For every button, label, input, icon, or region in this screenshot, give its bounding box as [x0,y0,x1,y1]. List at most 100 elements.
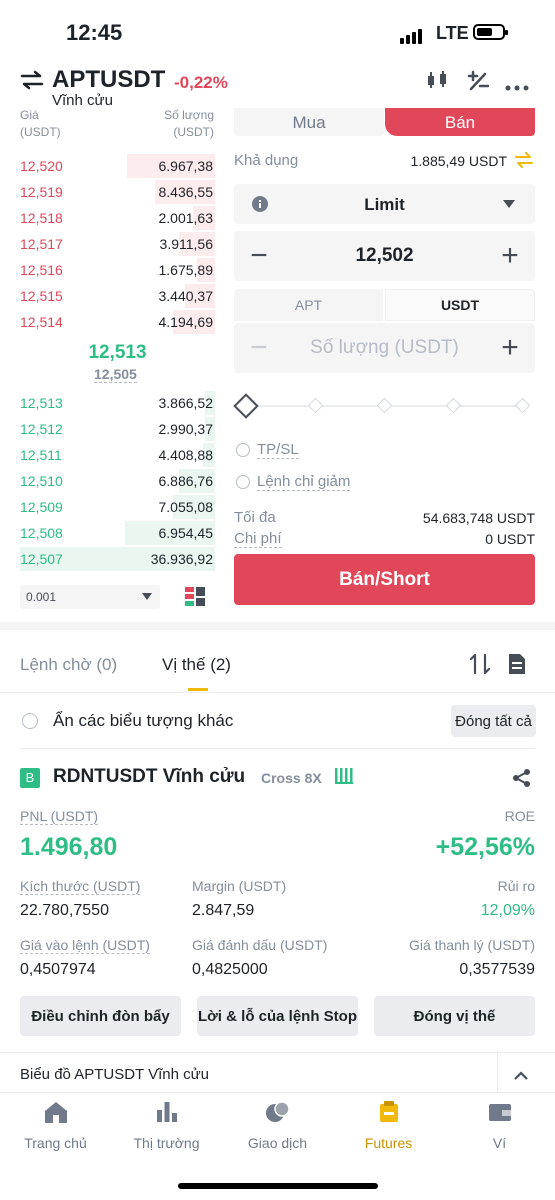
margin-value: 2.847,59 [192,902,255,919]
hide-symbols-checkbox[interactable] [22,713,38,729]
ask-row[interactable]: 12,514 4.194,69 [20,309,215,335]
unit-tab-usdt[interactable]: USDT [385,289,535,321]
position-symbol[interactable]: RDNTUSDT Vĩnh cửu [53,766,245,788]
wallet-icon [488,1104,511,1121]
share-icon[interactable] [512,768,532,793]
swap-icon[interactable] [20,70,44,95]
cost-value: 0 USDT [485,531,535,547]
ask-row[interactable]: 12,515 3.440,37 [20,283,215,309]
bid-row[interactable]: 12,507 36.936,92 [20,546,215,572]
tab-open-orders[interactable]: Lệnh chờ (0) [20,655,117,675]
markets-icon [156,1102,177,1122]
battery-icon [473,24,508,40]
bid-row[interactable]: 12,509 7.055,08 [20,494,215,520]
nav-futures[interactable]: Futures [333,1100,444,1151]
bid-row[interactable]: 12,512 2.990,37 [20,416,215,442]
roe-value: +52,56% [435,833,535,861]
candlestick-icon[interactable] [426,70,450,95]
chart-toggle-label[interactable]: Biểu đồ APTUSDT Vĩnh cửu [20,1066,209,1083]
margin-label: Margin (USDT) [192,878,287,894]
transfer-icon[interactable] [515,152,533,173]
sell-short-button[interactable]: Bán/Short [234,554,535,605]
available-label: Khả dụng [234,152,299,169]
ask-row[interactable]: 12,517 3.911,56 [20,231,215,257]
strength-icon [335,768,355,789]
nav-home[interactable]: Trang chủ [0,1100,111,1151]
pnl-value: 1.496,80 [20,833,118,861]
risk-value: 12,09% [480,902,535,919]
ask-row[interactable]: 12,519 8.436,55 [20,179,215,205]
entry-price-value: 0,4507974 [20,961,96,978]
price-change: -0,22% [174,73,228,92]
sort-icon[interactable] [469,653,491,680]
home-indicator [178,1183,378,1189]
pnl-label[interactable]: PNL (USDT) [20,808,99,825]
chevron-up-icon[interactable] [514,1067,528,1085]
reduce-only-label[interactable]: Lệnh chỉ giảm [257,473,351,491]
page-title[interactable]: APTUSDT [52,66,165,94]
orderbook-price-header: Giá [20,108,39,122]
unit-tab-apt[interactable]: APT [234,289,383,321]
ask-row[interactable]: 12,520 6.967,38 [20,153,215,179]
precision-select[interactable]: 0.001 [20,585,160,609]
nav-markets[interactable]: Thị trường [111,1100,222,1151]
orderbook-layout-icon[interactable] [185,587,205,612]
contract-type: Vĩnh cửu [52,92,113,109]
hide-symbols-label[interactable]: Ẩn các biểu tượng khác [53,711,233,731]
calculator-icon[interactable] [467,70,490,97]
entry-price-label[interactable]: Giá vào lệnh (USDT) [20,937,150,954]
liq-price-value: 0,3577539 [459,961,535,978]
amount-slider[interactable] [233,393,534,419]
plus-icon[interactable]: + [485,323,535,373]
last-price[interactable]: 12,513 [20,342,215,364]
adjust-leverage-button[interactable]: Điều chỉnh đòn bẩy [20,996,181,1036]
order-type-select[interactable]: Limit [234,184,535,224]
stop-pnl-button[interactable]: Lời & lỗ của lệnh Stop [197,996,358,1036]
roe-label: ROE [504,808,535,824]
nav-trade[interactable]: Giao dịch [222,1100,333,1151]
futures-icon [379,1101,398,1122]
risk-label: Rủi ro [497,878,535,894]
orderbook-qty-unit: (USDT) [173,125,214,139]
sell-tab[interactable]: Bán [385,108,535,136]
tab-indicator [188,688,208,691]
size-value: 22.780,7550 [20,902,109,919]
caret-down-icon [142,593,152,600]
close-all-button[interactable]: Đóng tất cả [451,705,536,737]
network-label: LTE [436,23,469,43]
trade-icon [265,1101,290,1122]
mark-price-value: 0,4825000 [192,961,268,978]
quantity-stepper[interactable]: − Số lượng (USDT) + [234,323,535,373]
bid-row[interactable]: 12,510 6.886,76 [20,468,215,494]
available-value: 1.885,49 USDT [410,153,508,169]
orderbook-price-unit: (USDT) [20,125,61,139]
size-label[interactable]: Kích thước (USDT) [20,878,141,895]
max-label: Tối đa [234,509,276,526]
home-icon [44,1102,67,1123]
side-badge: B [20,768,40,788]
more-icon[interactable] [505,78,529,96]
caret-down-icon [503,200,515,208]
ask-row[interactable]: 12,518 2.001,63 [20,205,215,231]
history-icon[interactable] [508,653,526,680]
nav-wallet[interactable]: Ví [444,1100,555,1151]
cost-label[interactable]: Chi phí [234,530,282,548]
price-stepper[interactable]: − 12,502 + [234,231,535,281]
margin-mode: Cross 8X [261,770,322,786]
mark-price-label: Giá đánh dấu (USDT) [192,937,328,953]
tab-positions[interactable]: Vị thế (2) [162,655,231,675]
ask-row[interactable]: 12,516 1.675,89 [20,257,215,283]
mark-price: 12,505 [94,366,137,383]
bid-row[interactable]: 12,513 3.866,52 [20,390,215,416]
close-position-button[interactable]: Đóng vị thế [374,996,535,1036]
orderbook-qty-header: Số lượng [164,108,214,122]
tpsl-radio[interactable] [236,443,250,457]
signal-icon [400,26,424,44]
plus-icon[interactable]: + [485,231,535,281]
bid-row[interactable]: 12,511 4.408,88 [20,442,215,468]
tpsl-label[interactable]: TP/SL [257,441,299,459]
reduce-only-radio[interactable] [236,475,250,489]
bid-row[interactable]: 12,508 6.954,45 [20,520,215,546]
slider-handle [233,393,259,419]
buy-tab[interactable]: Mua [234,108,384,136]
